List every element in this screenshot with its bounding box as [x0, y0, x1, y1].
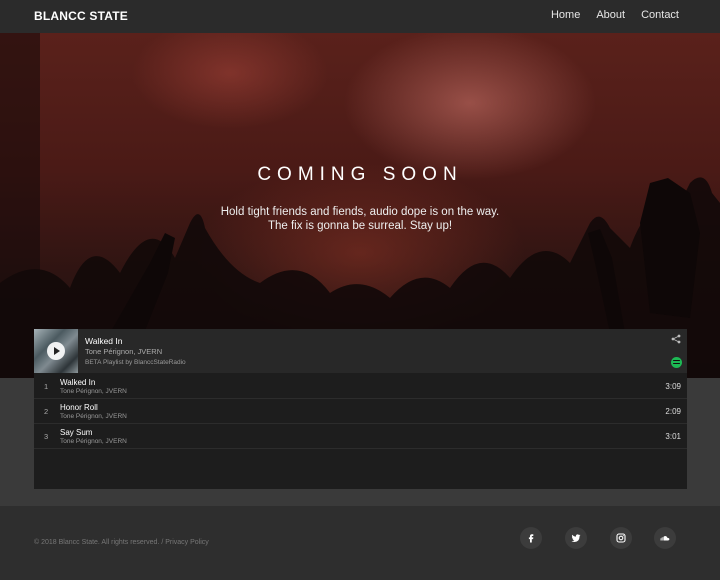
track-number: 1: [44, 382, 49, 391]
facebook-icon[interactable]: [520, 527, 542, 549]
track-title: Honor Roll: [60, 403, 98, 412]
hero-line-2: The fix is gonna be surreal. Stay up!: [267, 220, 453, 232]
track-duration: 3:01: [665, 432, 681, 441]
playlist-credit[interactable]: BETA Playlist by BlanccStateRadio: [85, 359, 186, 366]
copyright-text[interactable]: © 2018 Blancc State. All rights reserved…: [34, 539, 209, 546]
spotify-icon[interactable]: [671, 357, 682, 368]
track-artist: Tone Pérignon, JVERN: [60, 388, 127, 395]
hero-line-1: Hold tight friends and fiends, audio dop…: [220, 206, 500, 218]
now-playing: Walked In Tone Pérignon, JVERN BETA Play…: [34, 329, 687, 373]
track-title: Walked In: [60, 378, 96, 387]
hero-section: COMING SOON Hold tight friends and fiend…: [0, 33, 720, 378]
track-duration: 3:09: [665, 382, 681, 391]
track-row[interactable]: 2 Honor Roll Tone Pérignon, JVERN 2:09: [34, 399, 687, 424]
now-playing-artist: Tone Pérignon, JVERN: [85, 347, 163, 356]
soundcloud-icon[interactable]: [654, 527, 676, 549]
now-playing-title: Walked In: [85, 336, 123, 346]
twitter-icon[interactable]: [565, 527, 587, 549]
site-logo[interactable]: BLANCC STATE: [34, 9, 128, 23]
track-duration: 2:09: [665, 407, 681, 416]
main-nav: Home About Contact: [551, 9, 679, 21]
coming-soon-title: COMING SOON: [257, 164, 463, 185]
album-cover: [34, 329, 78, 373]
hero-message: Hold tight friends and fiends, audio dop…: [0, 205, 720, 233]
play-icon[interactable]: [47, 342, 65, 360]
track-list: 1 Walked In Tone Pérignon, JVERN 3:09 2 …: [34, 374, 687, 449]
nav-about[interactable]: About: [596, 9, 625, 21]
nav-contact[interactable]: Contact: [641, 9, 679, 21]
track-artist: Tone Pérignon, JVERN: [60, 438, 127, 445]
track-artist: Tone Pérignon, JVERN: [60, 413, 127, 420]
site-header: BLANCC STATE Home About Contact: [0, 0, 720, 33]
track-number: 2: [44, 407, 49, 416]
instagram-icon[interactable]: [610, 527, 632, 549]
site-footer: © 2018 Blancc State. All rights reserved…: [0, 506, 720, 580]
track-title: Say Sum: [60, 428, 93, 437]
track-row[interactable]: 3 Say Sum Tone Pérignon, JVERN 3:01: [34, 424, 687, 449]
share-icon[interactable]: [671, 334, 681, 344]
nav-home[interactable]: Home: [551, 9, 580, 21]
spotify-player: Walked In Tone Pérignon, JVERN BETA Play…: [34, 329, 687, 489]
track-number: 3: [44, 432, 49, 441]
track-row[interactable]: 1 Walked In Tone Pérignon, JVERN 3:09: [34, 374, 687, 399]
